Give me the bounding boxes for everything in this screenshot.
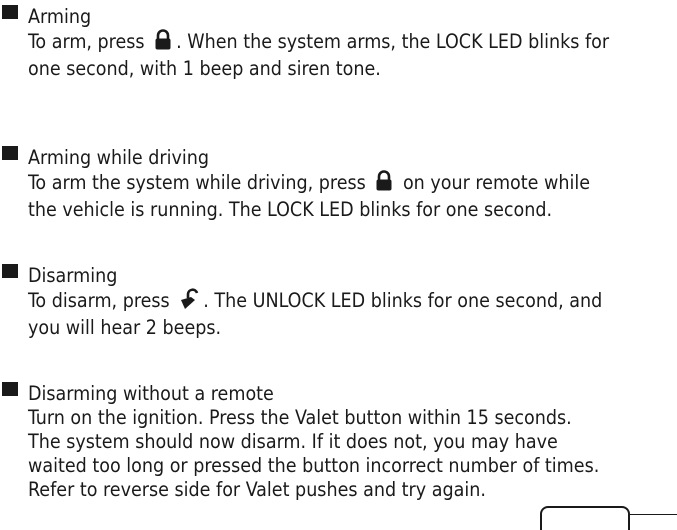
- text-line1-end: on your remote while: [402, 171, 591, 194]
- heading-disarming-without-remote: Disarming without a remote: [0, 382, 677, 406]
- lock-icon: [154, 29, 172, 57]
- heading-arming-while-driving: Arming while driving: [0, 146, 677, 170]
- text-line2: the vehicle is running. The LOCK LED bli…: [28, 198, 553, 221]
- text-line3: waited too long or pressed the button in…: [28, 454, 600, 477]
- illustration-line: [630, 514, 677, 515]
- text-line1-start: To disarm, press: [28, 289, 170, 312]
- bullet-square: [2, 5, 18, 19]
- body-disarming-without-remote: Turn on the ignition. Press the Valet bu…: [0, 406, 677, 502]
- valet-illustration: [540, 506, 677, 530]
- heading-arming: Arming: [0, 5, 677, 29]
- text-line2: you will hear 2 beeps.: [28, 316, 222, 339]
- text-line1-start: To arm, press: [28, 30, 145, 53]
- heading-text: Disarming: [28, 264, 118, 287]
- section-disarming-without-remote: Disarming without a remote Turn on the i…: [0, 382, 677, 502]
- section-disarming: Disarming To disarm, press . The UNLOCK …: [0, 264, 677, 340]
- heading-text: Disarming without a remote: [28, 382, 274, 405]
- text-line1-start: To arm the system while driving, press: [28, 171, 366, 194]
- bullet-square: [2, 382, 18, 396]
- section-arming: Arming To arm, press . When the system a…: [0, 5, 677, 81]
- heading-text: Arming: [28, 5, 92, 28]
- body-arming-while-driving: To arm the system while driving, press o…: [0, 170, 677, 222]
- text-line2: The system should now disarm. If it does…: [28, 430, 558, 453]
- text-line1: Turn on the ignition. Press the Valet bu…: [28, 406, 572, 429]
- heading-disarming: Disarming: [0, 264, 677, 288]
- body-disarming: To disarm, press . The UNLOCK LED blinks…: [0, 288, 677, 340]
- text-line4: Refer to reverse side for Valet pushes a…: [28, 478, 486, 501]
- lock-icon: [375, 170, 393, 198]
- body-arming: To arm, press . When the system arms, th…: [0, 29, 677, 81]
- unlock-icon: [179, 288, 199, 316]
- text-line2: one second, with 1 beep and siren tone.: [28, 57, 381, 80]
- section-arming-while-driving: Arming while driving To arm the system w…: [0, 146, 677, 222]
- heading-text: Arming while driving: [28, 146, 209, 169]
- bullet-square: [2, 264, 18, 278]
- text-line1-end: . The UNLOCK LED blinks for one second, …: [203, 289, 603, 312]
- text-line1-end: . When the system arms, the LOCK LED bli…: [176, 30, 610, 53]
- bullet-square: [2, 146, 18, 160]
